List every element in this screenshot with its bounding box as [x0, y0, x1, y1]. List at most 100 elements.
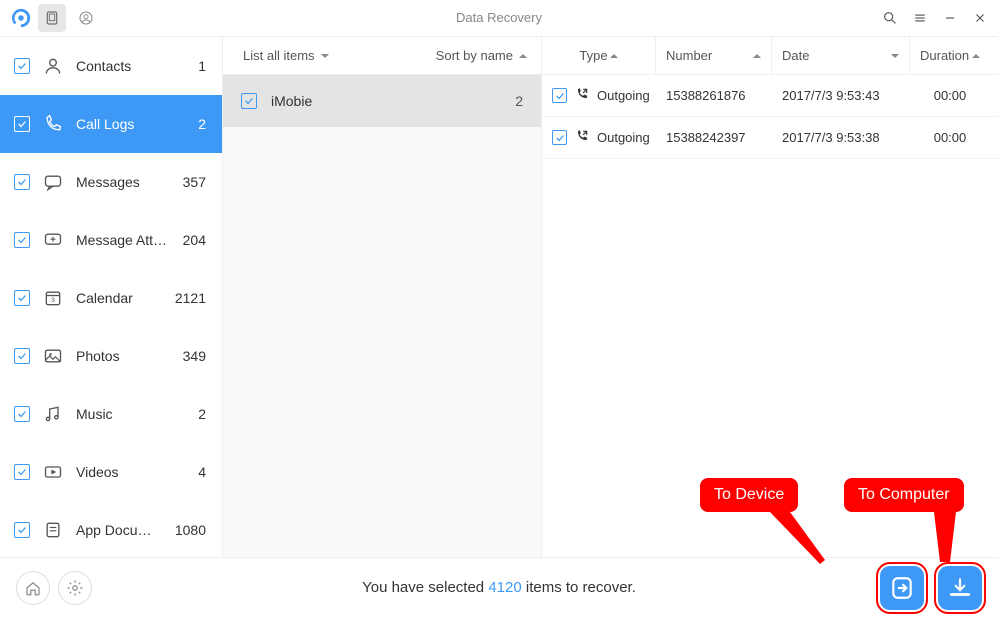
- checkbox-icon[interactable]: [14, 174, 30, 190]
- status-count: 4120: [488, 579, 521, 596]
- cell-date: 2017/7/3 9:53:38: [782, 130, 880, 145]
- main-area: Contacts 1 Call Logs 2 Messages 357 Mess…: [0, 36, 998, 557]
- cell-type: Outgoing: [597, 130, 650, 145]
- sidebar-item-label: Photos: [76, 348, 171, 364]
- sidebar-item-photos[interactable]: Photos 349: [0, 327, 222, 385]
- chevron-down-icon: [889, 48, 899, 63]
- sidebar-item-count: 2: [198, 116, 206, 132]
- menu-icon[interactable]: [912, 10, 928, 26]
- status-prefix: You have selected: [362, 579, 488, 596]
- videos-icon: [42, 462, 64, 482]
- sidebar-item-label: Music: [76, 406, 186, 422]
- checkbox-icon[interactable]: [14, 464, 30, 480]
- chevron-up-icon: [517, 48, 527, 63]
- sort-by-label: Sort by name: [436, 48, 513, 63]
- recover-to-computer-button[interactable]: [938, 566, 982, 610]
- col-header-label: Number: [666, 48, 712, 63]
- checkbox-icon[interactable]: [14, 348, 30, 364]
- col-header-number[interactable]: Number: [656, 37, 772, 74]
- messages-icon: [42, 172, 64, 192]
- list-row[interactable]: iMobie 2: [223, 75, 541, 127]
- sidebar-item-label: Call Logs: [76, 116, 186, 132]
- sidebar-item-music[interactable]: Music 2: [0, 385, 222, 443]
- sidebar-item-count: 357: [183, 174, 206, 190]
- titlebar: Data Recovery: [0, 0, 998, 36]
- col-header-date[interactable]: Date: [772, 37, 910, 74]
- checkbox-icon[interactable]: [552, 88, 567, 103]
- sort-by-dropdown[interactable]: Sort by name: [436, 48, 527, 63]
- phone-icon: [42, 114, 64, 134]
- col-header-duration[interactable]: Duration: [910, 37, 990, 74]
- titlebar-right: [882, 10, 988, 26]
- sidebar-item-videos[interactable]: Videos 4: [0, 443, 222, 501]
- col-header-type[interactable]: Type: [542, 37, 656, 74]
- sidebar-item-messages[interactable]: Messages 357: [0, 153, 222, 211]
- checkbox-icon[interactable]: [14, 522, 30, 538]
- footer-actions: [880, 566, 982, 610]
- list-row-count: 2: [515, 93, 523, 109]
- sidebar-item-count: 2121: [175, 290, 206, 306]
- outgoing-call-icon: [575, 87, 589, 104]
- chevron-up-icon: [751, 48, 761, 63]
- checkbox-icon[interactable]: [14, 58, 30, 74]
- home-button[interactable]: [16, 571, 50, 605]
- cell-date: 2017/7/3 9:53:43: [782, 88, 880, 103]
- sidebar-item-label: Contacts: [76, 58, 186, 74]
- cell-number: 15388242397: [666, 130, 746, 145]
- sidebar-item-count: 4: [198, 464, 206, 480]
- chevron-down-icon: [319, 48, 329, 63]
- settings-button[interactable]: [58, 571, 92, 605]
- music-icon: [42, 404, 64, 424]
- cell-duration: 00:00: [934, 130, 967, 145]
- col-header-label: Duration: [920, 48, 969, 63]
- outgoing-call-icon: [575, 129, 589, 146]
- sidebar-item-app-documents[interactable]: App Documents 1080: [0, 501, 222, 557]
- attachment-icon: [42, 230, 64, 250]
- app-logo-icon: [10, 7, 32, 29]
- sidebar[interactable]: Contacts 1 Call Logs 2 Messages 357 Mess…: [0, 37, 222, 557]
- detail-pane: Type Number Date Duration Outgoing: [542, 37, 998, 557]
- sidebar-item-label: Message Attach...: [76, 232, 171, 248]
- sidebar-item-label: Calendar: [76, 290, 163, 306]
- cell-type: Outgoing: [597, 88, 650, 103]
- sidebar-item-calendar[interactable]: 3 Calendar 2121: [0, 269, 222, 327]
- list-row-label: iMobie: [271, 93, 501, 109]
- checkbox-icon[interactable]: [14, 116, 30, 132]
- sidebar-item-message-attachments[interactable]: Message Attach... 204: [0, 211, 222, 269]
- sidebar-item-count: 1: [198, 58, 206, 74]
- recover-to-device-button[interactable]: [880, 566, 924, 610]
- checkbox-icon[interactable]: [14, 290, 30, 306]
- list-all-label: List all items: [243, 48, 315, 63]
- sidebar-item-call-logs[interactable]: Call Logs 2: [0, 95, 222, 153]
- checkbox-icon[interactable]: [14, 406, 30, 422]
- svg-text:3: 3: [51, 297, 55, 304]
- cell-number: 15388261876: [666, 88, 746, 103]
- minimize-icon[interactable]: [942, 10, 958, 26]
- checkbox-icon[interactable]: [241, 93, 257, 109]
- documents-icon: [42, 520, 64, 540]
- checkbox-icon[interactable]: [14, 232, 30, 248]
- detail-header: Type Number Date Duration: [542, 37, 998, 75]
- search-icon[interactable]: [882, 10, 898, 26]
- col-header-label: Type: [579, 48, 607, 63]
- sidebar-item-label: Videos: [76, 464, 186, 480]
- titlebar-left: [10, 4, 100, 32]
- chevron-up-icon: [608, 48, 618, 63]
- mode-user-button[interactable]: [72, 4, 100, 32]
- sidebar-item-count: 2: [198, 406, 206, 422]
- close-icon[interactable]: [972, 10, 988, 26]
- window-title: Data Recovery: [0, 10, 998, 25]
- col-header-label: Date: [782, 48, 809, 63]
- table-row[interactable]: Outgoing 15388242397 2017/7/3 9:53:38 00…: [542, 117, 998, 159]
- calendar-icon: 3: [42, 288, 64, 308]
- checkbox-icon[interactable]: [552, 130, 567, 145]
- list-pane: List all items Sort by name iMobie 2: [222, 37, 542, 557]
- footer: You have selected 4120 items to recover.: [0, 557, 998, 617]
- status-text: You have selected 4120 items to recover.: [0, 579, 998, 596]
- list-all-items-dropdown[interactable]: List all items: [243, 48, 329, 63]
- mode-device-button[interactable]: [38, 4, 66, 32]
- sidebar-item-contacts[interactable]: Contacts 1: [0, 37, 222, 95]
- table-row[interactable]: Outgoing 15388261876 2017/7/3 9:53:43 00…: [542, 75, 998, 117]
- contacts-icon: [42, 56, 64, 76]
- sidebar-item-count: 204: [183, 232, 206, 248]
